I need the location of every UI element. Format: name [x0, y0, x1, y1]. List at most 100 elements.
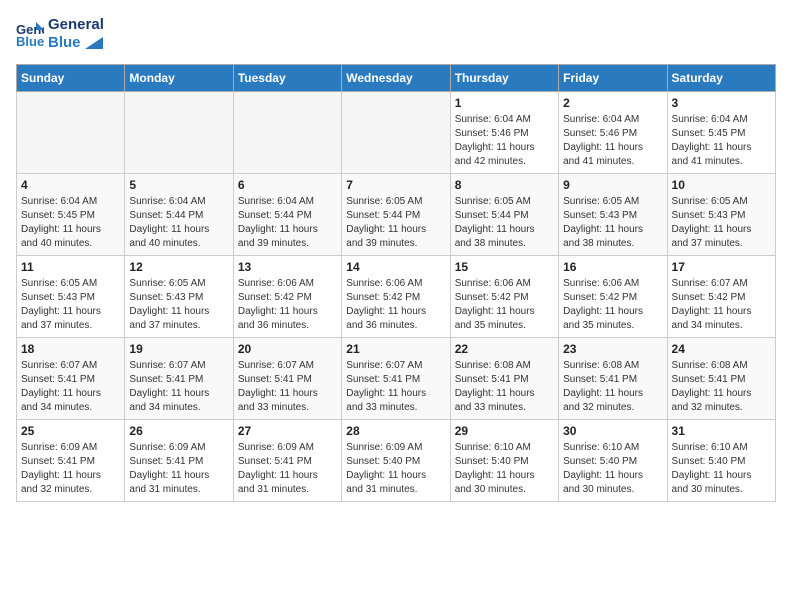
day-of-week-header: Wednesday	[342, 65, 450, 92]
day-info: Sunrise: 6:07 AM Sunset: 5:41 PM Dayligh…	[21, 359, 120, 415]
day-info: Sunrise: 6:09 AM Sunset: 5:41 PM Dayligh…	[21, 441, 120, 497]
day-info: Sunrise: 6:08 AM Sunset: 5:41 PM Dayligh…	[455, 359, 554, 415]
day-number: 31	[672, 424, 771, 438]
calendar-day-cell: 3Sunrise: 6:04 AM Sunset: 5:45 PM Daylig…	[667, 92, 775, 174]
calendar-day-cell	[342, 92, 450, 174]
logo: General Blue General Blue	[16, 16, 104, 52]
calendar-week-row: 18 Sunrise: 6:07 AM Sunset: 5:41 PM Dayli…	[17, 338, 776, 420]
day-of-week-header: Monday	[125, 65, 233, 92]
calendar-week-row: 4 Sunrise: 6:04 AM Sunset: 5:45 PM Daylig…	[17, 174, 776, 256]
day-number: 30	[563, 424, 662, 438]
day-info: Sunrise: 6:04 AM Sunset: 5:45 PM Dayligh…	[672, 113, 771, 169]
calendar-day-cell	[125, 92, 233, 174]
day-info: Sunrise: 6:09 AM Sunset: 5:41 PM Dayligh…	[129, 441, 228, 497]
day-of-week-header: Tuesday	[233, 65, 341, 92]
day-number: 28	[346, 424, 445, 438]
calendar-day-cell: 2 Sunrise: 6:04 AM Sunset: 5:46 PM Daylig…	[559, 92, 667, 174]
page-header: General Blue General Blue	[16, 16, 776, 52]
day-number: 23	[563, 342, 662, 356]
calendar-day-cell: 29 Sunrise: 6:10 AM Sunset: 5:40 PM Dayli…	[450, 420, 558, 502]
calendar-day-cell	[17, 92, 125, 174]
calendar-day-cell: 22Sunrise: 6:08 AM Sunset: 5:41 PM Dayli…	[450, 338, 558, 420]
day-number: 13	[238, 260, 337, 274]
calendar-day-cell: 25 Sunrise: 6:09 AM Sunset: 5:41 PM Dayli…	[17, 420, 125, 502]
day-number: 25	[21, 424, 120, 438]
calendar-day-cell: 19 Sunrise: 6:07 AM Sunset: 5:41 PM Dayli…	[125, 338, 233, 420]
day-number: 21	[346, 342, 445, 356]
logo-general: General	[48, 16, 104, 34]
calendar-day-cell: 23 Sunrise: 6:08 AM Sunset: 5:41 PM Dayli…	[559, 338, 667, 420]
day-number: 14	[346, 260, 445, 274]
calendar-day-cell: 30 Sunrise: 6:10 AM Sunset: 5:40 PM Dayli…	[559, 420, 667, 502]
day-number: 15	[455, 260, 554, 274]
day-info: Sunrise: 6:04 AM Sunset: 5:46 PM Dayligh…	[563, 113, 662, 169]
day-info: Sunrise: 6:10 AM Sunset: 5:40 PM Dayligh…	[455, 441, 554, 497]
day-info: Sunrise: 6:10 AM Sunset: 5:40 PM Dayligh…	[563, 441, 662, 497]
day-info: Sunrise: 6:07 AM Sunset: 5:41 PM Dayligh…	[129, 359, 228, 415]
calendar-day-cell: 5 Sunrise: 6:04 AM Sunset: 5:44 PM Daylig…	[125, 174, 233, 256]
calendar-day-cell: 8 Sunrise: 6:05 AM Sunset: 5:44 PM Daylig…	[450, 174, 558, 256]
day-number: 20	[238, 342, 337, 356]
day-number: 8	[455, 178, 554, 192]
calendar-day-cell: 27 Sunrise: 6:09 AM Sunset: 5:41 PM Dayli…	[233, 420, 341, 502]
calendar-day-cell: 28 Sunrise: 6:09 AM Sunset: 5:40 PM Dayli…	[342, 420, 450, 502]
day-info: Sunrise: 6:10 AM Sunset: 5:40 PM Dayligh…	[672, 441, 771, 497]
day-number: 26	[129, 424, 228, 438]
day-number: 2	[563, 96, 662, 110]
day-info: Sunrise: 6:05 AM Sunset: 5:43 PM Dayligh…	[21, 277, 120, 333]
svg-text:Blue: Blue	[16, 34, 44, 48]
calendar-day-cell: 15 Sunrise: 6:06 AM Sunset: 5:42 PM Dayli…	[450, 256, 558, 338]
day-info: Sunrise: 6:09 AM Sunset: 5:40 PM Dayligh…	[346, 441, 445, 497]
calendar-day-cell: 16Sunrise: 6:06 AM Sunset: 5:42 PM Dayli…	[559, 256, 667, 338]
day-number: 18	[21, 342, 120, 356]
day-info: Sunrise: 6:07 AM Sunset: 5:41 PM Dayligh…	[238, 359, 337, 415]
day-of-week-header: Sunday	[17, 65, 125, 92]
day-number: 16	[563, 260, 662, 274]
day-number: 7	[346, 178, 445, 192]
day-number: 1	[455, 96, 554, 110]
calendar-table: SundayMondayTuesdayWednesdayThursdayFrid…	[16, 64, 776, 502]
day-info: Sunrise: 6:04 AM Sunset: 5:44 PM Dayligh…	[129, 195, 228, 251]
calendar-day-cell: 31 Sunrise: 6:10 AM Sunset: 5:40 PM Dayli…	[667, 420, 775, 502]
calendar-body: 1 Sunrise: 6:04 AM Sunset: 5:46 PM Daylig…	[17, 92, 776, 502]
day-info: Sunrise: 6:04 AM Sunset: 5:45 PM Dayligh…	[21, 195, 120, 251]
logo-blue: Blue	[48, 34, 104, 52]
calendar-day-cell: 6Sunrise: 6:04 AM Sunset: 5:44 PM Daylig…	[233, 174, 341, 256]
calendar-day-cell: 10Sunrise: 6:05 AM Sunset: 5:43 PM Dayli…	[667, 174, 775, 256]
day-number: 6	[238, 178, 337, 192]
calendar-day-cell: 7Sunrise: 6:05 AM Sunset: 5:44 PM Daylig…	[342, 174, 450, 256]
calendar-day-cell: 13 Sunrise: 6:06 AM Sunset: 5:42 PM Dayli…	[233, 256, 341, 338]
day-info: Sunrise: 6:05 AM Sunset: 5:44 PM Dayligh…	[455, 195, 554, 251]
calendar-day-cell: 26 Sunrise: 6:09 AM Sunset: 5:41 PM Dayli…	[125, 420, 233, 502]
day-info: Sunrise: 6:06 AM Sunset: 5:42 PM Dayligh…	[238, 277, 337, 333]
day-info: Sunrise: 6:06 AM Sunset: 5:42 PM Dayligh…	[455, 277, 554, 333]
day-number: 19	[129, 342, 228, 356]
day-number: 5	[129, 178, 228, 192]
calendar-day-cell: 11Sunrise: 6:05 AM Sunset: 5:43 PM Dayli…	[17, 256, 125, 338]
day-info: Sunrise: 6:07 AM Sunset: 5:42 PM Dayligh…	[672, 277, 771, 333]
days-of-week-row: SundayMondayTuesdayWednesdayThursdayFrid…	[17, 65, 776, 92]
calendar-week-row: 1 Sunrise: 6:04 AM Sunset: 5:46 PM Daylig…	[17, 92, 776, 174]
calendar-day-cell: 1Sunrise: 6:04 AM Sunset: 5:46 PM Daylig…	[450, 92, 558, 174]
calendar-day-cell: 20 Sunrise: 6:07 AM Sunset: 5:41 PM Dayli…	[233, 338, 341, 420]
day-number: 12	[129, 260, 228, 274]
day-info: Sunrise: 6:05 AM Sunset: 5:43 PM Dayligh…	[672, 195, 771, 251]
day-info: Sunrise: 6:05 AM Sunset: 5:43 PM Dayligh…	[129, 277, 228, 333]
day-of-week-header: Friday	[559, 65, 667, 92]
calendar-day-cell: 9 Sunrise: 6:05 AM Sunset: 5:43 PM Daylig…	[559, 174, 667, 256]
day-number: 27	[238, 424, 337, 438]
day-number: 29	[455, 424, 554, 438]
logo-triangle-icon	[85, 37, 103, 49]
day-number: 17	[672, 260, 771, 274]
logo-icon: General Blue	[16, 20, 44, 48]
calendar-day-cell: 18 Sunrise: 6:07 AM Sunset: 5:41 PM Dayli…	[17, 338, 125, 420]
day-number: 4	[21, 178, 120, 192]
day-number: 9	[563, 178, 662, 192]
calendar-day-cell: 17 Sunrise: 6:07 AM Sunset: 5:42 PM Dayli…	[667, 256, 775, 338]
day-of-week-header: Saturday	[667, 65, 775, 92]
calendar-day-cell: 24Sunrise: 6:08 AM Sunset: 5:41 PM Dayli…	[667, 338, 775, 420]
calendar-day-cell	[233, 92, 341, 174]
day-info: Sunrise: 6:08 AM Sunset: 5:41 PM Dayligh…	[563, 359, 662, 415]
day-info: Sunrise: 6:09 AM Sunset: 5:41 PM Dayligh…	[238, 441, 337, 497]
day-info: Sunrise: 6:05 AM Sunset: 5:43 PM Dayligh…	[563, 195, 662, 251]
